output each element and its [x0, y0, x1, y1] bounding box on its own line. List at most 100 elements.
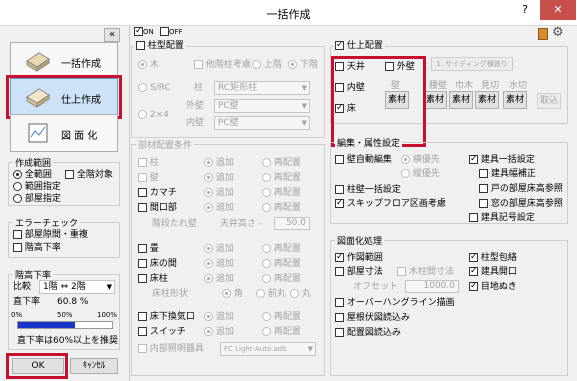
fixture-open-check[interactable]: 建具開口 — [469, 265, 517, 278]
wall-auto-check[interactable]: 壁自動編集 — [335, 154, 392, 166]
material-button[interactable]: 素材 — [503, 91, 527, 109]
make-range-check[interactable]: 作図範囲 — [335, 251, 383, 264]
material-button[interactable]: 素材 — [475, 91, 499, 109]
floor-spec-radio[interactable]: 部屋指定 — [13, 193, 61, 205]
gap-overlap-check[interactable]: 部屋隙間・重複 — [13, 229, 88, 241]
door-room-check[interactable]: 戸の部屋床高参照 — [479, 183, 563, 195]
ceiling-height-field[interactable]: 50.0 — [274, 217, 310, 230]
fixture-code-check[interactable]: 建具記号設定 — [469, 212, 535, 224]
pillar-wall-check[interactable]: 柱壁一括設定 — [335, 184, 401, 196]
layout-plan-check[interactable]: 配置図読込み — [335, 327, 401, 339]
part-add-radio-mark — [204, 188, 213, 197]
part-check[interactable]: 間口部 — [138, 202, 177, 214]
fetch-button[interactable]: 取込 — [537, 93, 561, 109]
part-replace-radio[interactable]: 再配置 — [262, 258, 301, 270]
overhang-box — [335, 298, 344, 307]
pillar-select[interactable]: RC矩形柱 ▼ — [214, 81, 310, 95]
dialog-body: « 一括作成 仕上作成 図 面 化 作成範囲 全範囲 全階対象 範囲指定 部屋指… — [0, 25, 577, 381]
part-replace-radio[interactable]: 再配置 — [262, 243, 301, 255]
part-check[interactable]: 畳 — [138, 243, 159, 255]
skip-floor-check[interactable]: スキップフロア区画考慮 — [335, 197, 446, 210]
all-off-button[interactable]: OFF — [160, 26, 183, 38]
drawing-button[interactable]: 図 面 化 — [10, 114, 118, 152]
part-check[interactable]: 柱 — [138, 157, 159, 169]
ceiling-low-check[interactable]: 階高下率 — [13, 242, 61, 254]
compare-select[interactable]: 1階 ⇔ 2階 ▼ — [39, 280, 115, 294]
ratio-bar — [17, 321, 113, 329]
collapse-button[interactable]: « — [104, 28, 120, 42]
part-replace-radio[interactable]: 再配置 — [262, 202, 301, 214]
pillar-dim-check[interactable]: 木柱間寸法 — [397, 266, 454, 278]
part-add-radio[interactable]: 追加 — [204, 273, 234, 285]
window-room-check[interactable]: 窓の部屋床高参照 — [479, 198, 563, 210]
part-replace-radio-mark — [262, 158, 271, 167]
ext-wall-select[interactable]: PC壁 ▼ — [214, 99, 310, 113]
part-check[interactable]: 壁 — [138, 172, 159, 184]
shape-radio[interactable]: 前丸 — [256, 288, 286, 300]
lower-radio[interactable]: 下階 — [288, 59, 318, 71]
overhang-check[interactable]: オーバーハングライン描画 — [335, 297, 455, 309]
shape-radio[interactable]: 丸 — [290, 288, 311, 300]
part-replace-radio[interactable]: 再配置 — [262, 273, 301, 285]
fixture-width-check[interactable]: 建具幅補正 — [479, 168, 536, 180]
shape-radio[interactable]: 角 — [222, 288, 243, 300]
twobyfour-radio[interactable]: 2×4 — [138, 109, 169, 121]
room-dim-check[interactable]: 部屋寸法 — [335, 266, 383, 278]
part-check[interactable]: 床下換気口 — [138, 311, 195, 323]
part-add-label: 追加 — [215, 312, 234, 322]
part-check[interactable]: カマチ — [138, 187, 177, 199]
book-icon[interactable] — [538, 28, 548, 40]
part-add-radio[interactable]: 追加 — [204, 326, 234, 338]
part-label: カマチ — [149, 188, 177, 198]
part-add-radio[interactable]: 追加 — [204, 258, 234, 270]
offset-field[interactable]: 1000.0 — [405, 280, 459, 293]
all-target-check[interactable]: 全階対象 — [65, 169, 113, 181]
int-wall-select[interactable]: PC壁 ▼ — [214, 116, 310, 130]
material-button[interactable]: 素材 — [449, 91, 473, 109]
part-check[interactable]: 床の間 — [138, 258, 177, 270]
lighting-check[interactable]: 内部照明器具 — [138, 343, 204, 355]
part-replace-label: 再配置 — [273, 259, 301, 269]
all-on-button[interactable]: ON — [134, 25, 154, 38]
part-add-radio[interactable]: 追加 — [204, 157, 234, 169]
finish-toggle[interactable]: 仕上配置 — [333, 39, 385, 52]
lighting-select[interactable]: FC Light-Auto.adb ▼ — [220, 342, 316, 356]
part-replace-radio[interactable]: 再配置 — [262, 311, 301, 323]
horizontal-radio[interactable]: 横優先 — [401, 154, 440, 166]
part-add-radio[interactable]: 追加 — [204, 172, 234, 184]
part-add-radio[interactable]: 追加 — [204, 187, 234, 199]
part-add-radio[interactable]: 追加 — [204, 311, 234, 323]
src-radio[interactable]: S/RC — [138, 82, 171, 94]
part-replace-radio[interactable]: 再配置 — [262, 326, 301, 338]
rate-value: 60.8 % — [57, 297, 89, 307]
help-button[interactable]: ? — [513, 0, 537, 20]
gear-icon[interactable]: ⚙ — [552, 26, 564, 40]
scale-0: 0% — [11, 311, 23, 319]
range-spec-radio[interactable]: 範囲指定 — [13, 181, 61, 193]
column-config-toggle[interactable]: 柱型配置 — [134, 40, 186, 52]
part-check[interactable]: 床柱 — [138, 273, 168, 285]
upper-radio[interactable]: 上階 — [252, 59, 282, 71]
ratio-note: 直下率は60%以上を推奨 — [17, 336, 119, 346]
cancel-button[interactable]: ｷｬﾝｾﾙ — [70, 358, 118, 374]
close-button[interactable]: ✕ — [540, 0, 576, 20]
part-replace-radio[interactable]: 再配置 — [262, 157, 301, 169]
fixture-bulk-check[interactable]: 建具一括設定 — [469, 153, 535, 166]
pillar-box-check[interactable]: 柱型包絡 — [469, 251, 517, 264]
part-add-radio[interactable]: 追加 — [204, 243, 234, 255]
material-button[interactable]: 素材 — [423, 91, 447, 109]
siding-button[interactable]: 1. サイディング横張り — [431, 57, 513, 71]
part-add-radio[interactable]: 追加 — [204, 202, 234, 214]
other-floor-check[interactable]: 他階柱考慮 — [194, 59, 251, 71]
part-add-radio-mark — [204, 173, 213, 182]
part-check[interactable]: スイッチ — [138, 326, 186, 338]
wall-auto-box — [335, 155, 344, 164]
all-range-radio[interactable]: 全範囲 — [13, 169, 52, 181]
part-replace-radio[interactable]: 再配置 — [262, 187, 301, 199]
ext-wall-label: 外壁 — [186, 101, 205, 111]
vertical-radio[interactable]: 縦優先 — [401, 168, 440, 180]
wood-radio[interactable]: 木 — [138, 59, 159, 71]
roof-plan-check[interactable]: 屋根伏図読込み — [335, 312, 410, 324]
eye-line-check[interactable]: 目地ぬき — [469, 280, 517, 293]
part-replace-radio[interactable]: 再配置 — [262, 172, 301, 184]
